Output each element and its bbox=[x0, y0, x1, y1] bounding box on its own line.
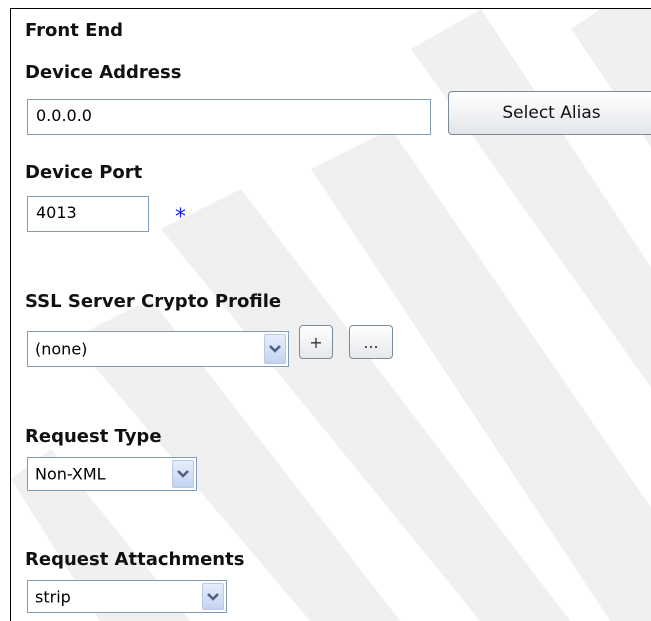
select-alias-button[interactable]: Select Alias bbox=[448, 91, 651, 135]
request-type-selected: Non-XML bbox=[35, 464, 106, 484]
device-port-label: Device Port bbox=[25, 162, 143, 183]
edit-profile-button[interactable]: ... bbox=[349, 325, 393, 359]
required-marker: * bbox=[175, 205, 186, 230]
request-type-select[interactable]: Non-XML bbox=[27, 457, 197, 491]
chevron-down-icon[interactable] bbox=[264, 334, 286, 364]
ssl-profile-select[interactable]: (none) bbox=[27, 331, 289, 367]
chevron-down-icon[interactable] bbox=[202, 583, 224, 610]
ssl-profile-selected: (none) bbox=[35, 339, 88, 359]
request-type-label: Request Type bbox=[25, 426, 162, 447]
device-address-label: Device Address bbox=[25, 62, 182, 83]
section-title: Front End bbox=[25, 20, 124, 41]
front-end-panel: Front End Device Address 0.0.0.0 Select … bbox=[10, 8, 651, 621]
add-profile-button[interactable]: + bbox=[299, 325, 333, 359]
request-attachments-selected: strip bbox=[35, 587, 71, 606]
device-port-input[interactable]: 4013 bbox=[27, 196, 149, 232]
ssl-profile-label: SSL Server Crypto Profile bbox=[25, 291, 282, 312]
request-attachments-label: Request Attachments bbox=[25, 549, 245, 570]
chevron-down-icon[interactable] bbox=[172, 460, 194, 488]
device-address-input[interactable]: 0.0.0.0 bbox=[27, 99, 431, 135]
request-attachments-select[interactable]: strip bbox=[27, 580, 227, 613]
